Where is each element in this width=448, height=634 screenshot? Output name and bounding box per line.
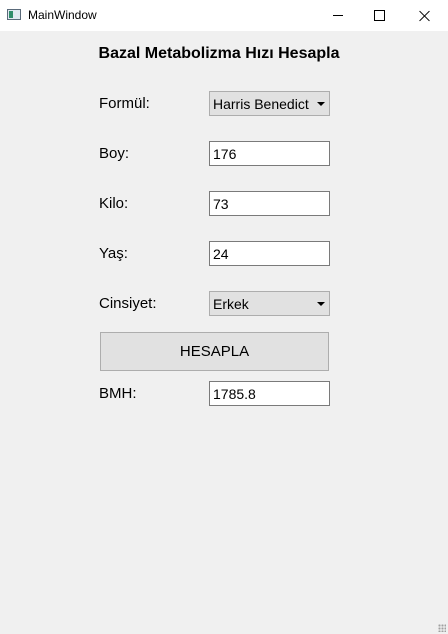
close-icon: [419, 10, 431, 22]
close-button[interactable]: [402, 0, 448, 31]
gender-select[interactable]: Erkek: [209, 291, 330, 316]
maximize-icon: [373, 10, 385, 21]
window-title: MainWindow: [28, 8, 97, 22]
minimize-icon: [333, 15, 343, 16]
age-input[interactable]: 24: [209, 241, 330, 266]
weight-input[interactable]: 73: [209, 191, 330, 216]
chevron-down-icon: [317, 302, 325, 306]
height-label: Boy:: [99, 145, 130, 162]
bmr-label: BMH:: [99, 385, 137, 402]
gender-label: Cinsiyet:: [99, 295, 157, 312]
height-input[interactable]: 176: [209, 141, 330, 166]
gender-selected-value: Erkek: [213, 296, 249, 312]
formula-selected-value: Harris Benedict: [213, 96, 309, 112]
age-label: Yaş:: [99, 245, 128, 262]
formula-select[interactable]: Harris Benedict: [209, 91, 330, 116]
minimize-button[interactable]: [315, 0, 361, 31]
page-title: Bazal Metabolizma Hızı Hesapla: [98, 45, 340, 62]
maximize-button[interactable]: [356, 0, 402, 31]
calculate-button[interactable]: HESAPLA: [100, 332, 329, 371]
formula-label: Formül:: [99, 95, 150, 112]
resize-grip-icon[interactable]: [438, 624, 446, 632]
weight-label: Kilo:: [99, 195, 129, 212]
app-icon: [7, 9, 21, 20]
bmr-result-field[interactable]: 1785.8: [209, 381, 330, 406]
title-bar: MainWindow: [0, 0, 448, 31]
chevron-down-icon: [317, 102, 325, 106]
